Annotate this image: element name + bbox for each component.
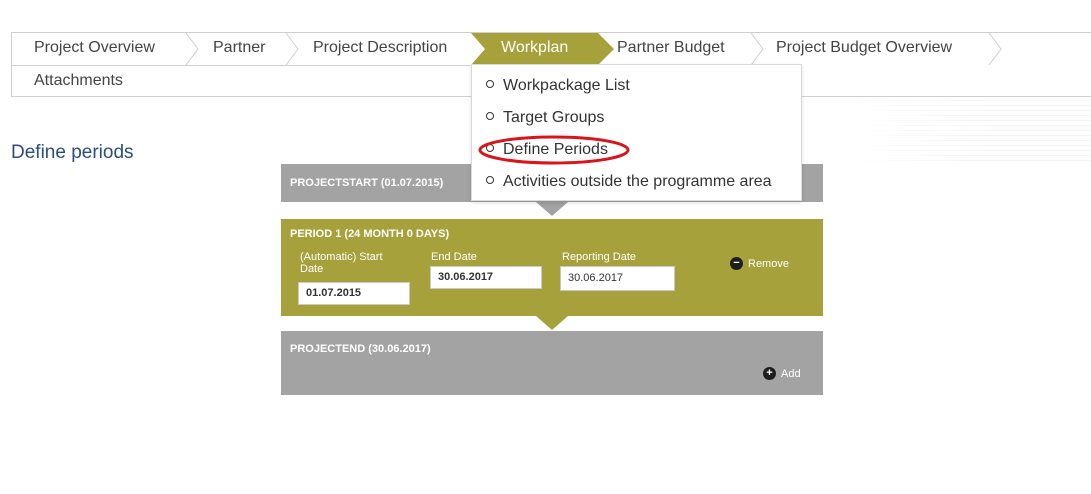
tab-label: Partner Budget [617,39,725,56]
connector-arrow [536,202,568,216]
tab-label: Project Budget Overview [776,39,953,56]
period-1-block: PERIOD 1 (24 MONTH 0 DAYS) (Automatic) S… [281,219,823,316]
page-title: Define periods [11,142,134,163]
circle-bullet-icon [486,79,494,88]
plus-circle-icon: + [763,366,776,380]
minus-circle-icon: − [730,256,743,270]
tab-partner-budget[interactable]: Partner Budget [614,33,764,65]
tab-attachments[interactable]: Attachments [12,66,152,98]
tab-row-2: Attachments [12,65,472,97]
tab-label: Project Overview [34,39,155,56]
tab-partner[interactable]: Partner [199,33,299,65]
chevron-right-icon [285,33,299,65]
menu-item-activities-outside[interactable]: Activities outside the programme area [486,169,772,195]
end-date-field[interactable]: 30.06.2017 [430,266,542,289]
menu-item-label: Activities outside the programme area [503,173,772,190]
reporting-date-field[interactable]: 30.06.2017 [560,266,675,291]
reporting-date-label: Reporting Date [562,251,636,263]
start-date-label-line2: Date [300,263,324,275]
chevron-right-icon [988,33,1002,65]
circle-bullet-icon [486,175,494,184]
start-date-label: (Automatic) Start Date [300,251,383,275]
add-label: Add [781,368,801,380]
menu-item-target-groups[interactable]: Target Groups [486,105,604,131]
menu-item-label: Target Groups [503,109,605,126]
tab-workplan[interactable]: Workplan [471,33,614,65]
start-date-field: 01.07.2015 [298,282,410,305]
tab-project-description[interactable]: Project Description [300,33,475,65]
connector-arrow [536,316,568,330]
tab-label: Project Description [313,39,448,56]
period-1-title: PERIOD 1 (24 MONTH 0 DAYS) [290,228,450,240]
project-end-block: PROJECTEND (30.06.2017) + Add [281,331,823,395]
project-end-label: PROJECTEND (30.06.2017) [290,343,431,355]
menu-item-define-periods[interactable]: Define Periods [486,137,608,163]
chevron-right-icon [185,33,199,65]
start-date-label-line1: (Automatic) Start [300,251,383,263]
tab-label: Workplan [501,39,569,56]
menu-item-label: Define Periods [503,141,608,158]
chevron-right-icon [750,33,764,65]
workplan-submenu: Workpackage List Target Groups Define Pe… [471,64,802,201]
remove-label: Remove [748,258,789,270]
remove-period-button[interactable]: − Remove [730,256,789,272]
circle-bullet-icon [486,143,494,152]
menu-item-workpackage-list[interactable]: Workpackage List [486,73,630,99]
end-date-label: End Date [431,251,477,263]
decorative-stripes [850,100,1091,162]
tab-project-budget-overview[interactable]: Project Budget Overview [764,33,1004,65]
tab-label: Attachments [34,72,123,89]
add-period-button[interactable]: + Add [763,366,801,382]
tab-project-overview[interactable]: Project Overview [12,33,199,65]
project-start-label: PROJECTSTART (01.07.2015) [290,177,444,189]
circle-bullet-icon [486,111,494,120]
menu-item-label: Workpackage List [503,77,630,94]
